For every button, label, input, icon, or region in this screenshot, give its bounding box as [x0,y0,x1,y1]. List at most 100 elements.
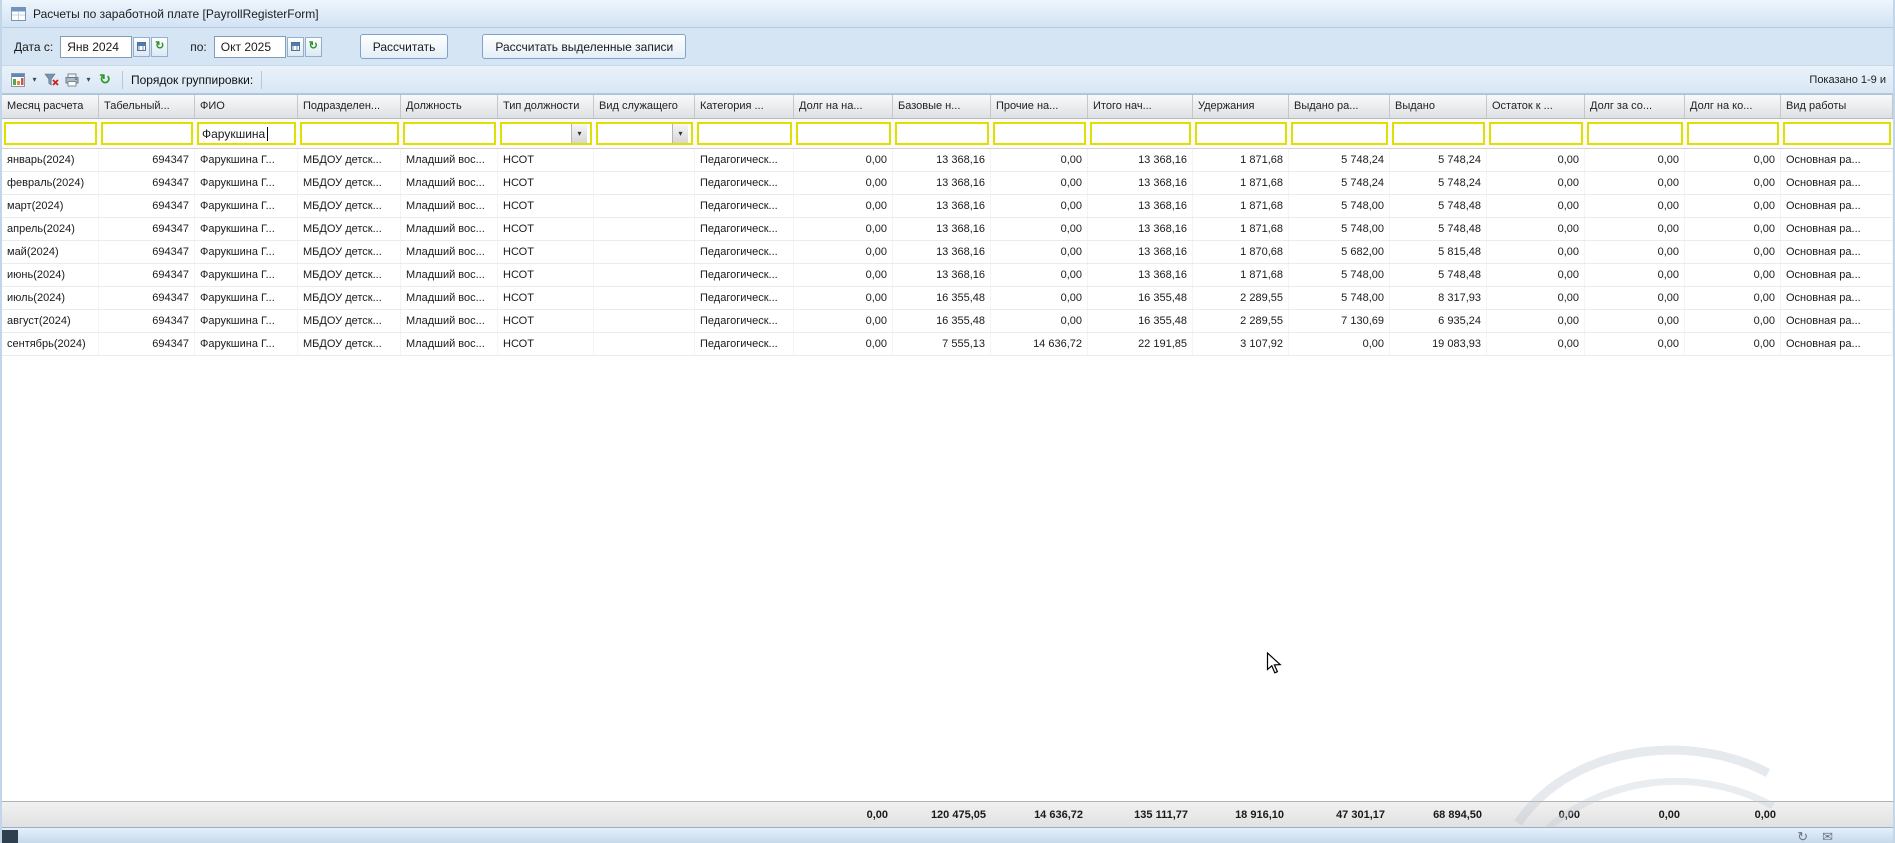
cell[interactable]: 13 368,16 [893,264,991,286]
cell[interactable]: 5 748,00 [1289,287,1390,309]
cell[interactable]: Основная ра... [1781,172,1893,194]
column-header-11[interactable]: Итого нач... [1088,95,1193,118]
cell[interactable]: 5 748,00 [1289,264,1390,286]
column-header-2[interactable]: ФИО [195,95,298,118]
cell[interactable]: 2 289,55 [1193,310,1289,332]
cell[interactable]: 0,00 [1487,241,1585,263]
date-to-refresh-button[interactable]: ↻ [304,36,322,57]
cell[interactable]: 13 368,16 [1088,172,1193,194]
cell[interactable]: НСОТ [498,241,594,263]
filter-input-3[interactable] [300,122,399,145]
cell[interactable] [594,195,695,217]
cell[interactable]: 16 355,48 [1088,287,1193,309]
cell[interactable]: 0,00 [1487,195,1585,217]
cell[interactable]: 0,00 [1685,149,1781,171]
cell[interactable]: НСОТ [498,310,594,332]
cell[interactable]: 13 368,16 [1088,218,1193,240]
cell[interactable]: 0,00 [1685,195,1781,217]
cell[interactable]: 3 107,92 [1193,333,1289,355]
tray-icon-2[interactable]: ✉ [1822,829,1833,843]
cell[interactable]: Основная ра... [1781,310,1893,332]
column-header-5[interactable]: Тип должности [498,95,594,118]
cell[interactable] [594,264,695,286]
cell[interactable]: 0,00 [991,241,1088,263]
cell[interactable]: 0,00 [1487,310,1585,332]
cell[interactable]: 694347 [99,287,195,309]
filter-input-14[interactable] [1392,122,1485,145]
cell[interactable]: Фарукшина Г... [195,195,298,217]
cell[interactable]: НСОТ [498,218,594,240]
cell[interactable]: 694347 [99,241,195,263]
cell[interactable]: 13 368,16 [893,241,991,263]
cell[interactable] [594,310,695,332]
cell[interactable] [594,172,695,194]
cell[interactable]: 0,00 [1487,287,1585,309]
cell[interactable]: 13 368,16 [1088,264,1193,286]
cell[interactable]: 5 748,24 [1289,149,1390,171]
filter-input-15[interactable] [1489,122,1583,145]
cell[interactable]: МБДОУ детск... [298,310,401,332]
cell[interactable] [594,218,695,240]
cell[interactable]: январь(2024) [2,149,99,171]
table-row[interactable]: сентябрь(2024) 694347 Фарукшина Г... МБДОУ … [2,333,1893,356]
table-row[interactable]: февраль(2024) 694347 Фарукшина Г... МБДОУ д… [2,172,1893,195]
cell[interactable]: 694347 [99,310,195,332]
cell[interactable]: 0,00 [1685,218,1781,240]
cell[interactable]: Основная ра... [1781,241,1893,263]
export-dropdown-arrow[interactable]: ▾ [30,75,39,84]
column-header-6[interactable]: Вид служащего [594,95,695,118]
filter-input-0[interactable] [4,122,97,145]
filter-input-2[interactable]: Фарукшина [197,122,296,145]
print-dropdown-arrow[interactable]: ▾ [84,75,93,84]
cell[interactable]: 694347 [99,195,195,217]
column-header-16[interactable]: Долг за со... [1585,95,1685,118]
cell[interactable]: 6 935,24 [1390,310,1487,332]
cell[interactable]: Младший вос... [401,149,498,171]
table-row[interactable]: июль(2024) 694347 Фарукшина Г... МБДОУ детс… [2,287,1893,310]
column-header-7[interactable]: Категория ... [695,95,794,118]
cell[interactable]: 0,00 [794,149,893,171]
cell[interactable]: 0,00 [1685,333,1781,355]
cell[interactable]: 694347 [99,149,195,171]
table-row[interactable]: январь(2024) 694347 Фарукшина Г... МБДОУ де… [2,149,1893,172]
date-from-input[interactable]: Янв 2024 [60,35,133,58]
cell[interactable]: Фарукшина Г... [195,172,298,194]
table-row[interactable]: март(2024) 694347 Фарукшина Г... МБДОУ детс… [2,195,1893,218]
cell[interactable]: Фарукшина Г... [195,264,298,286]
column-header-4[interactable]: Должность [401,95,498,118]
filter-input-18[interactable] [1783,122,1891,145]
cell[interactable]: 694347 [99,218,195,240]
filter-input-9[interactable] [895,122,989,145]
start-button-stub[interactable] [2,830,18,843]
cell[interactable]: 5 815,48 [1390,241,1487,263]
cell[interactable]: 16 355,48 [893,310,991,332]
cell[interactable]: 5 748,24 [1289,172,1390,194]
column-header-17[interactable]: Долг на ко... [1685,95,1781,118]
column-header-14[interactable]: Выдано [1390,95,1487,118]
date-to-input[interactable]: Окт 2025 [213,35,286,58]
cell[interactable]: 1 871,68 [1193,149,1289,171]
cell[interactable]: 0,00 [1585,149,1685,171]
cell[interactable]: 7 130,69 [1289,310,1390,332]
cell[interactable]: 0,00 [1685,287,1781,309]
cell[interactable]: НСОТ [498,287,594,309]
cell[interactable]: 13 368,16 [1088,195,1193,217]
column-header-9[interactable]: Базовые н... [893,95,991,118]
cell[interactable]: 694347 [99,333,195,355]
date-from-calendar-button[interactable] [133,36,151,57]
cell[interactable]: Педагогическ... [695,241,794,263]
filter-input-11[interactable] [1090,122,1191,145]
cell[interactable]: Основная ра... [1781,218,1893,240]
cell[interactable]: сентябрь(2024) [2,333,99,355]
cell[interactable]: Педагогическ... [695,287,794,309]
column-header-0[interactable]: Месяц расчета [2,95,99,118]
cell[interactable]: 0,00 [1685,310,1781,332]
cell[interactable]: Педагогическ... [695,218,794,240]
cell[interactable]: 0,00 [1585,218,1685,240]
cell[interactable]: 7 555,13 [893,333,991,355]
cell[interactable]: 22 191,85 [1088,333,1193,355]
cell[interactable]: Основная ра... [1781,195,1893,217]
print-button[interactable] [63,71,81,89]
filter-input-1[interactable] [101,122,193,145]
cell[interactable]: Младший вос... [401,172,498,194]
